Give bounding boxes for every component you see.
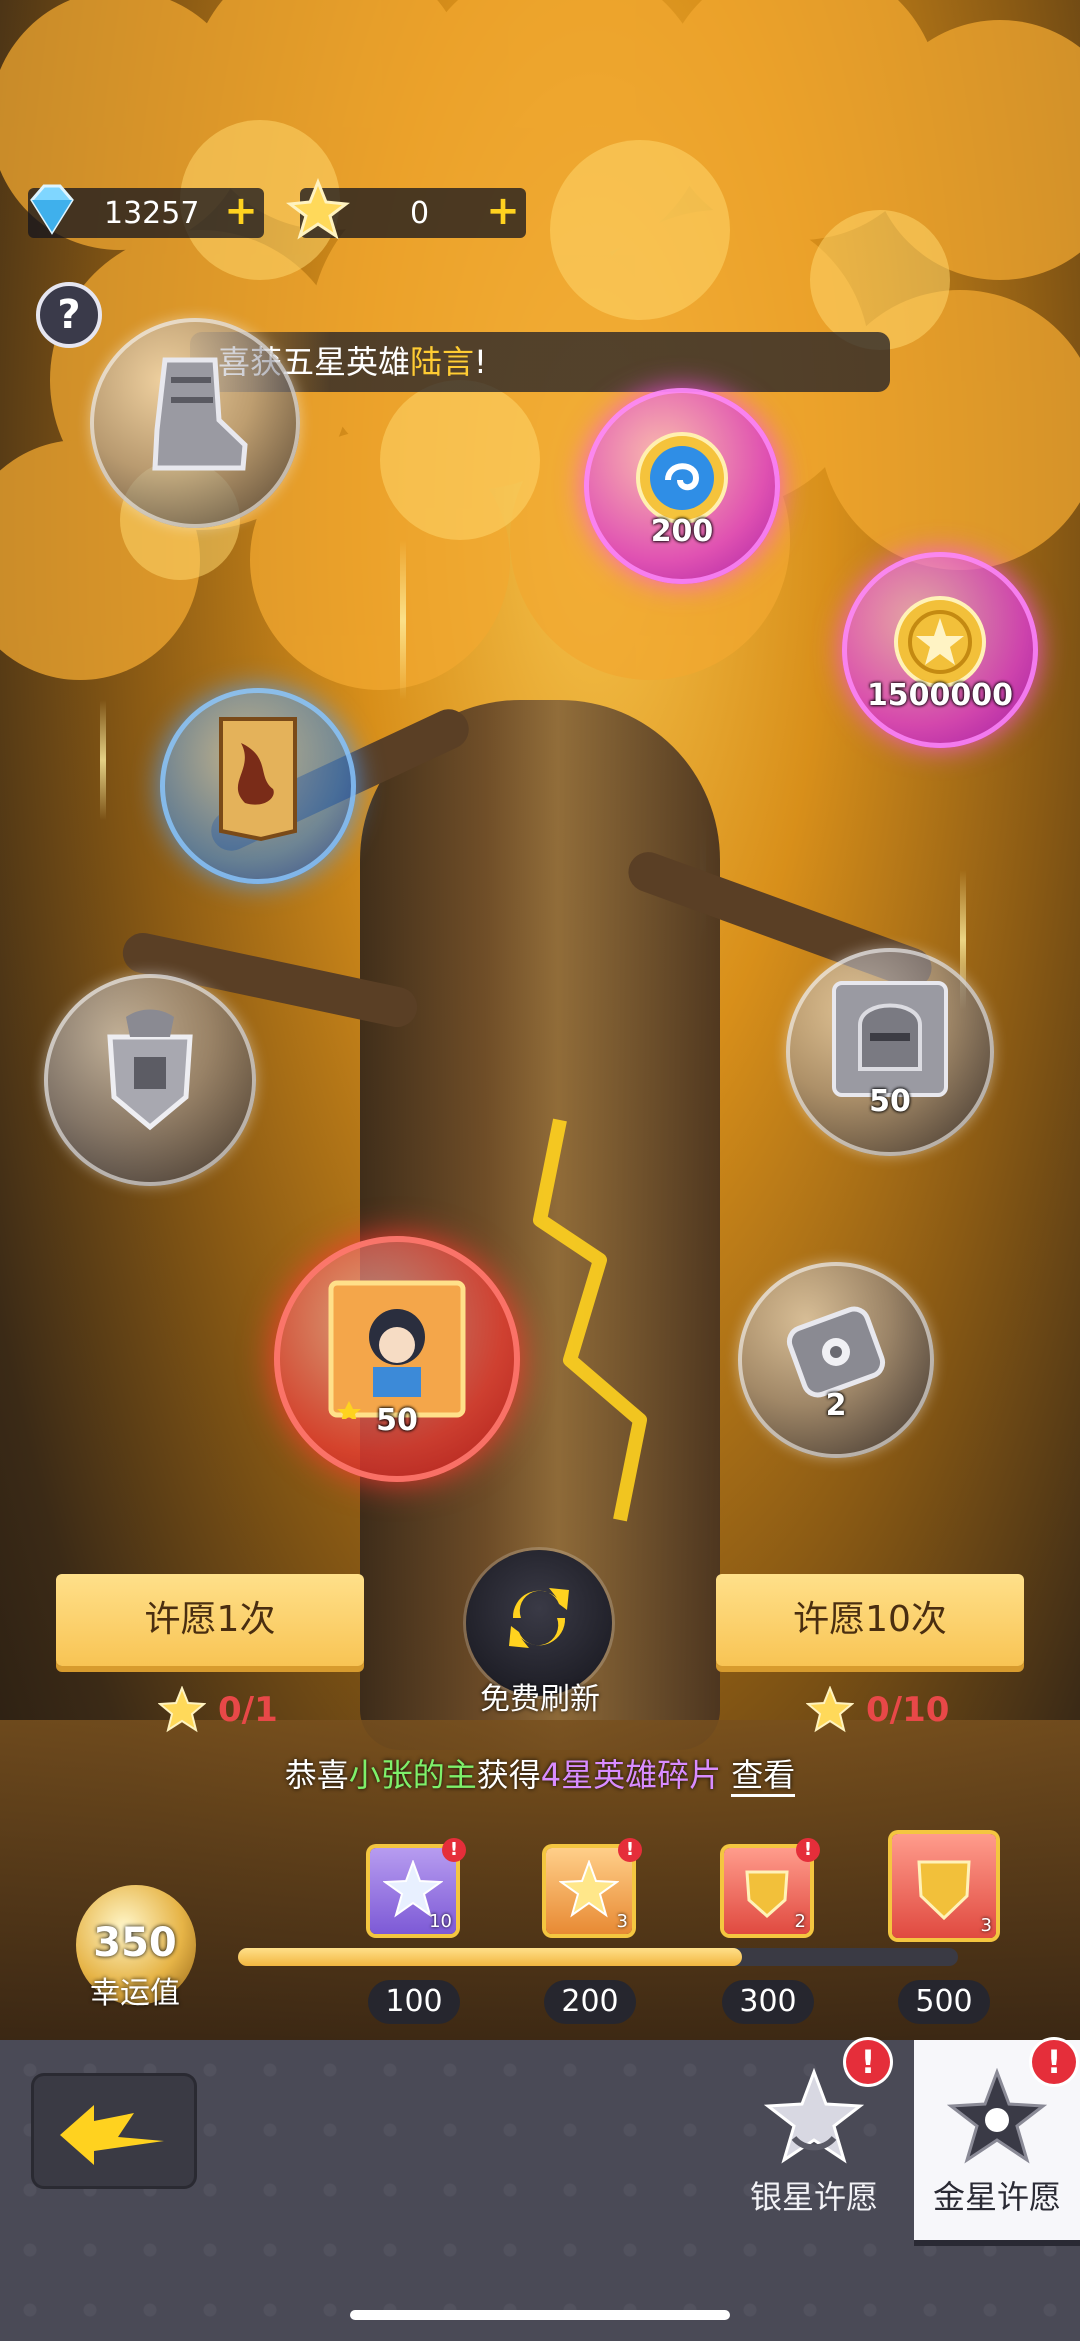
general-badge-icon bbox=[107, 1009, 193, 1130]
broadcast-ticker: 恭喜小张的主获得4星英雄碎片 查看 bbox=[0, 1750, 1080, 1797]
milestone-reward-200[interactable]: 3 ! bbox=[546, 1838, 642, 1934]
helmet-reward-bubble[interactable]: 50 bbox=[786, 948, 994, 1156]
view-link[interactable]: 查看 bbox=[731, 1756, 796, 1797]
luck-label: 幸运值 bbox=[90, 1976, 180, 2011]
fire-scroll-icon bbox=[219, 717, 297, 842]
light-ray bbox=[400, 540, 406, 700]
reward-count: 2 bbox=[794, 1911, 806, 1932]
banner-hero-name: 陆言 bbox=[410, 343, 475, 381]
tab-label: 金星许愿 bbox=[932, 2178, 1061, 2216]
milestone-label: 500 bbox=[898, 1980, 990, 2024]
milestone-label: 200 bbox=[544, 1980, 636, 2024]
general-badge-icon bbox=[745, 1870, 789, 1919]
alert-icon: ! bbox=[796, 1838, 820, 1862]
diamond-amount: 13257 bbox=[104, 196, 200, 231]
emblem-reward-bubble[interactable]: 200 bbox=[584, 388, 780, 584]
token-count: 2 bbox=[825, 1387, 847, 1423]
lightning-arrow-icon bbox=[60, 2105, 164, 2165]
star-amount: 0 bbox=[410, 196, 430, 231]
hero-fragment-bubble[interactable]: 50 bbox=[274, 1236, 520, 1482]
free-refresh-label: 免费刷新 bbox=[480, 1682, 600, 1717]
refresh-icon bbox=[509, 1588, 569, 1648]
silver-star-wish-icon bbox=[764, 2068, 864, 2164]
emblem-count: 200 bbox=[650, 513, 714, 549]
hero-portrait-icon bbox=[328, 1280, 466, 1420]
boots-icon bbox=[152, 357, 248, 471]
general-badge-icon bbox=[917, 1860, 971, 1921]
gold-reward-bubble[interactable]: 1500000 bbox=[842, 552, 1038, 748]
diamond-counter: 13257 + bbox=[28, 184, 264, 238]
ticker-text: 恭喜 bbox=[284, 1756, 349, 1794]
back-button[interactable] bbox=[34, 2076, 194, 2186]
milestone-reward-300[interactable]: 2 ! bbox=[724, 1838, 820, 1934]
star-counter: 0 + bbox=[286, 178, 526, 240]
milestone-reward-500[interactable]: 3 bbox=[892, 1834, 996, 1938]
milestone-reward-100[interactable]: 10 ! bbox=[370, 1838, 466, 1934]
cost-star-icon bbox=[806, 1686, 854, 1733]
tab-label: 银星许愿 bbox=[749, 2178, 878, 2216]
reward-count: 3 bbox=[616, 1911, 628, 1932]
tab-silver-star-wish[interactable]: 银星许愿 ! bbox=[724, 2040, 904, 2240]
add-diamond-button[interactable]: + bbox=[224, 191, 258, 231]
announcement-banner: 喜获五星英雄陆言! bbox=[190, 332, 890, 392]
milestone-label: 100 bbox=[368, 1980, 460, 2024]
wish-ten-cost: 0/10 bbox=[866, 1690, 950, 1730]
reward-count: 3 bbox=[980, 1915, 992, 1936]
helmet-count: 50 bbox=[869, 1083, 911, 1119]
alert-icon: ! bbox=[1032, 2040, 1076, 2084]
wish-once-button[interactable]: 许愿1次 bbox=[56, 1574, 364, 1666]
add-star-button[interactable]: + bbox=[486, 191, 520, 231]
light-ray bbox=[100, 700, 106, 820]
luck-progress-track bbox=[238, 1948, 958, 1966]
hero-fragment-count: 50 bbox=[376, 1402, 418, 1438]
alert-icon: ! bbox=[442, 1838, 466, 1862]
gold-star-wish-icon bbox=[947, 2068, 1047, 2164]
gold-star-icon bbox=[559, 1860, 619, 1918]
ticker-text: 获得 bbox=[476, 1756, 541, 1794]
boots-reward-bubble[interactable] bbox=[90, 318, 300, 528]
general-token-bubble[interactable] bbox=[44, 974, 256, 1186]
ticker-item: 4星英雄碎片 bbox=[540, 1756, 722, 1794]
tab-gold-star-wish[interactable]: 金星许愿 ! bbox=[914, 2040, 1080, 2246]
home-indicator bbox=[350, 2310, 730, 2320]
token-reward-bubble[interactable]: 2 bbox=[738, 1262, 934, 1458]
luck-progress-fill bbox=[238, 1948, 742, 1966]
cost-star-icon bbox=[158, 1686, 206, 1733]
scroll-reward-bubble[interactable] bbox=[160, 688, 356, 884]
help-button[interactable]: ? bbox=[36, 282, 102, 348]
wish-ten-button[interactable]: 许愿10次 bbox=[716, 1574, 1024, 1666]
wish-once-cost: 0/1 bbox=[218, 1690, 278, 1730]
gold-count: 1500000 bbox=[866, 677, 1014, 713]
ticker-player: 小张的主 bbox=[348, 1756, 477, 1794]
alert-icon: ! bbox=[618, 1838, 642, 1862]
banner-suffix: ! bbox=[474, 343, 487, 381]
milestone-label: 300 bbox=[722, 1980, 814, 2024]
gold-star-icon bbox=[286, 178, 350, 240]
reward-count: 10 bbox=[429, 1911, 452, 1932]
luck-value: 350 bbox=[93, 1920, 177, 1966]
diamond-icon bbox=[30, 184, 74, 235]
alert-icon: ! bbox=[846, 2040, 890, 2084]
